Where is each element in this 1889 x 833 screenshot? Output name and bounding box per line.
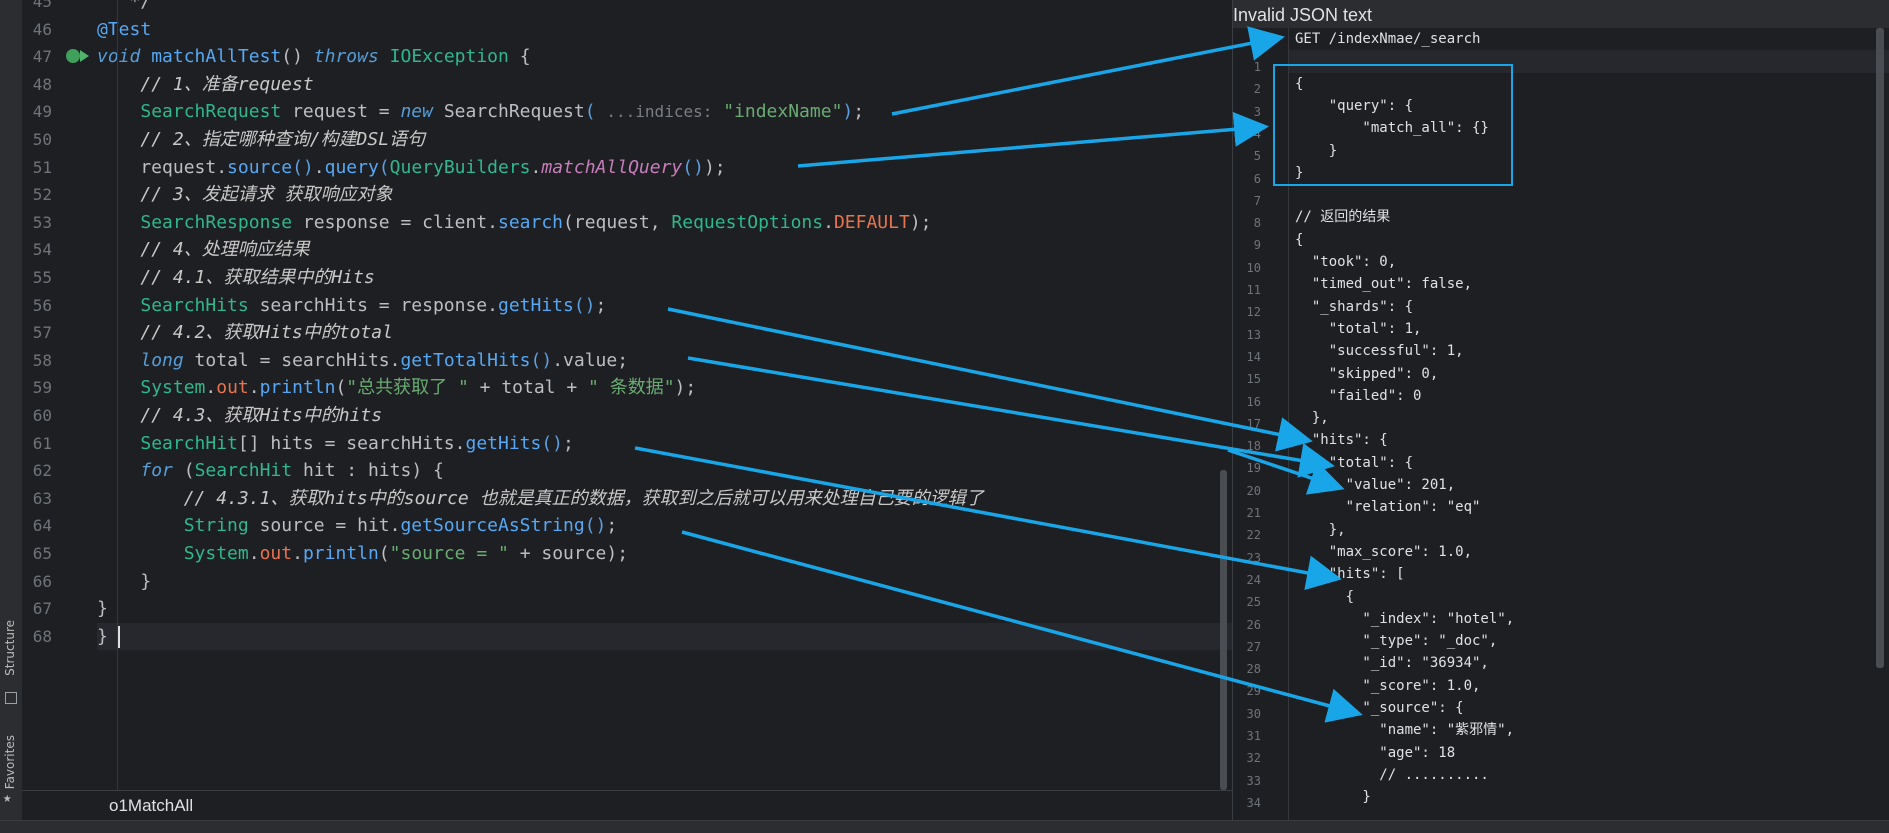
annotation-arrow — [634, 446, 1342, 591]
annotation-arrow — [681, 530, 1363, 723]
annotation-arrows — [634, 26, 1363, 723]
annotation-arrow — [1227, 448, 1345, 495]
annotation-arrow — [687, 356, 1335, 478]
annotation-arrow — [797, 111, 1269, 168]
annotation-arrow — [667, 307, 1313, 452]
annotation-arrow — [891, 26, 1285, 116]
